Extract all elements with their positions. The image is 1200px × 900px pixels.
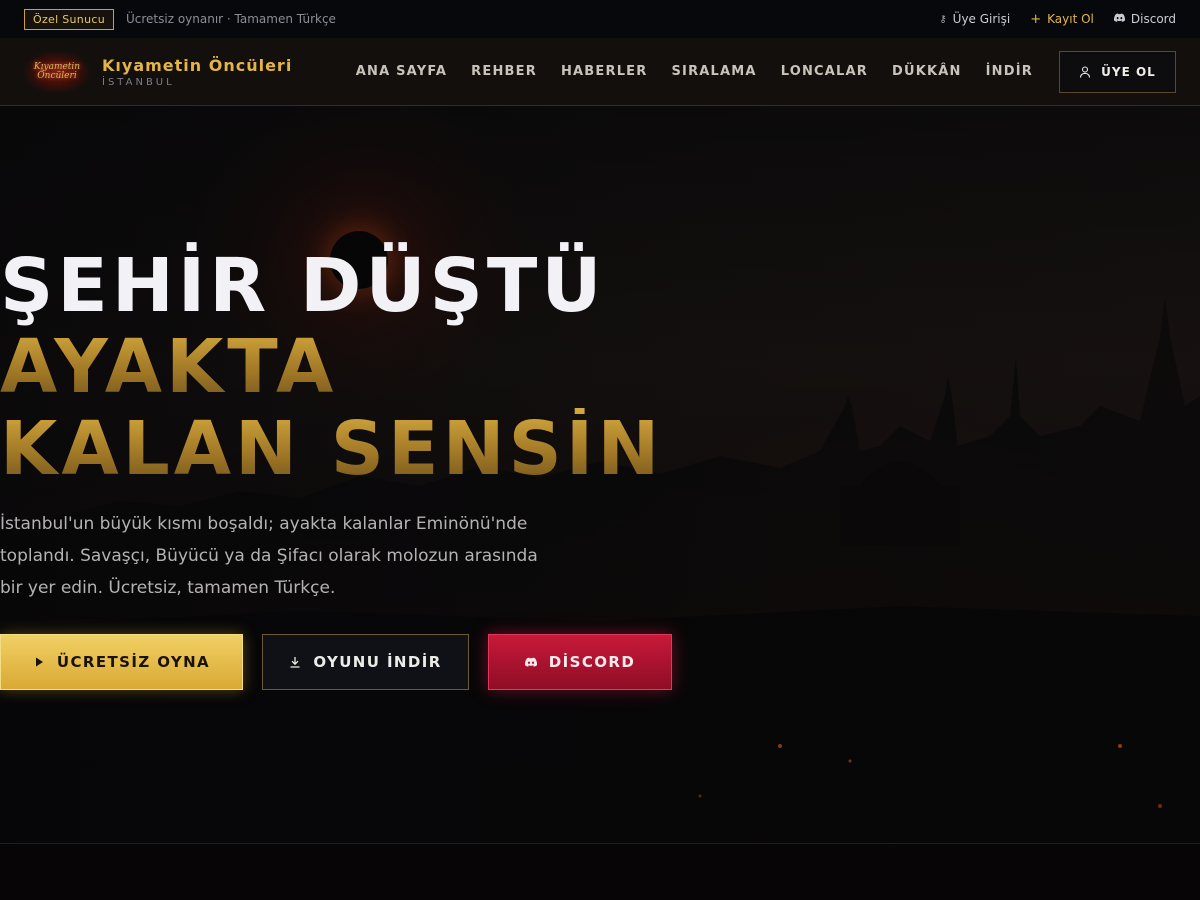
login-link[interactable]: ⚷ Üye Girişi <box>939 12 1010 26</box>
play-icon <box>35 657 43 667</box>
discord-button[interactable]: DİSCORD <box>488 634 672 690</box>
logo-emblem[interactable]: Kıyametin Öncüleri <box>24 50 90 93</box>
nav-item-guilds[interactable]: LONCALAR <box>769 64 880 79</box>
download-game-button-label: OYUNU İNDİR <box>313 653 442 671</box>
hero-buttons: ÜCRETSİZ OYNA OYUNU İNDİR DİSCORD <box>0 634 720 690</box>
topbar-links: ⚷ Üye Girişi + Kayıt Ol Discord <box>939 12 1176 27</box>
nav-menu: ANA SAYFA REHBER HABERLER SIRALAMA LONCA… <box>344 50 1176 93</box>
logo-text: Kıyametin Öncüleri <box>33 61 81 81</box>
user-icon <box>1080 65 1091 78</box>
brand-name: Kıyametin Öncüleri <box>102 55 293 75</box>
login-link-label: Üye Girişi <box>952 12 1011 26</box>
hero-title-line3: KALAN SENSİN <box>0 408 720 490</box>
download-icon <box>290 657 300 668</box>
discord-link-label: Discord <box>1130 12 1176 26</box>
discord-icon <box>524 657 537 667</box>
key-icon: ⚷ <box>939 13 947 25</box>
nav-item-download[interactable]: İNDİR <box>974 64 1045 79</box>
nav-item-home[interactable]: ANA SAYFA <box>344 64 459 79</box>
server-badge: Özel Sunucu <box>24 8 114 30</box>
brand[interactable]: Kıyametin Öncüleri İSTANBUL <box>102 56 292 88</box>
next-section-strip <box>0 843 1200 900</box>
signup-button-label: ÜYE OL <box>1101 64 1156 79</box>
hero-title-line1: ŞEHİR DÜŞTÜ <box>0 243 606 329</box>
hero-section: ŞEHİR DÜŞTÜ AYAKTA KALAN SENSİN İstanbul… <box>0 106 1200 844</box>
hero-content: ŞEHİR DÜŞTÜ AYAKTA KALAN SENSİN İstanbul… <box>0 246 720 690</box>
play-free-button-label: ÜCRETSİZ OYNA <box>56 653 211 671</box>
register-link[interactable]: + Kayıt Ol <box>1030 12 1094 27</box>
discord-link[interactable]: Discord <box>1113 12 1176 26</box>
nav-item-ranking[interactable]: SIRALAMA <box>659 64 768 79</box>
top-tagline: Ücretsiz oynanır · Tamamen Türkçe <box>125 12 336 26</box>
discord-icon <box>1113 13 1125 25</box>
top-utility-bar: Özel Sunucu Ücretsiz oynanır · Tamamen T… <box>0 0 1200 38</box>
play-free-button[interactable]: ÜCRETSİZ OYNA <box>0 634 243 690</box>
discord-button-label: DİSCORD <box>548 653 636 671</box>
nav-item-guide[interactable]: REHBER <box>459 64 549 79</box>
hero-description: İstanbul'un büyük kısmı boşaldı; ayakta … <box>0 514 538 598</box>
nav-item-shop[interactable]: DÜKKÂN <box>880 64 974 79</box>
signup-button[interactable]: ÜYE OL <box>1059 50 1176 93</box>
brand-city: İSTANBUL <box>102 76 175 88</box>
topbar-left: Özel Sunucu Ücretsiz oynanır · Tamamen T… <box>24 8 336 30</box>
download-game-button[interactable]: OYUNU İNDİR <box>262 634 469 690</box>
main-navbar: Kıyametin Öncüleri Kıyametin Öncüleri İS… <box>0 38 1200 106</box>
register-link-label: Kayıt Ol <box>1047 12 1094 26</box>
nav-item-news[interactable]: HABERLER <box>549 64 660 79</box>
plus-icon: + <box>1030 11 1042 27</box>
hero-title-line2: AYAKTA <box>0 326 720 408</box>
